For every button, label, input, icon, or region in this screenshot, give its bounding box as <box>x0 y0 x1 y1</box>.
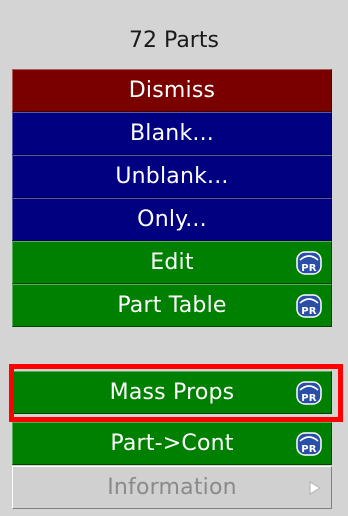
part-cont-button[interactable]: Part->Cont PR <box>12 422 332 465</box>
panel-title: 72 Parts <box>129 27 219 53</box>
only-button[interactable]: Only... <box>12 198 332 241</box>
mass-props-button-label: Mass Props <box>109 380 235 405</box>
parts-panel: 72 Parts Dismiss Blank... Unblank... Onl… <box>0 0 348 516</box>
information-button-label: Information <box>107 475 237 500</box>
only-button-label: Only... <box>137 207 207 232</box>
svg-text:PR: PR <box>301 393 317 404</box>
submenu-arrow-icon <box>309 480 321 495</box>
edit-button[interactable]: Edit PR <box>12 241 332 284</box>
blank-button-label: Blank... <box>130 121 214 146</box>
mass-props-button[interactable]: Mass Props PR <box>12 371 332 414</box>
edit-button-label: Edit <box>150 250 194 275</box>
pr-icon[interactable]: PR <box>296 380 322 405</box>
blank-button[interactable]: Blank... <box>12 112 332 155</box>
part-table-button[interactable]: Part Table PR <box>12 284 332 327</box>
unblank-button-label: Unblank... <box>115 164 229 189</box>
information-button[interactable]: Information <box>12 466 332 509</box>
part-table-button-label: Part Table <box>117 293 227 318</box>
svg-text:PR: PR <box>301 306 317 317</box>
svg-text:PR: PR <box>301 444 317 455</box>
pr-icon[interactable]: PR <box>296 293 322 318</box>
part-cont-button-label: Part->Cont <box>110 431 234 456</box>
pr-icon[interactable]: PR <box>296 431 322 456</box>
unblank-button[interactable]: Unblank... <box>12 155 332 198</box>
dismiss-button-label: Dismiss <box>128 78 216 103</box>
svg-text:PR: PR <box>301 263 317 274</box>
dismiss-button[interactable]: Dismiss <box>12 69 332 112</box>
pr-icon[interactable]: PR <box>296 250 322 275</box>
